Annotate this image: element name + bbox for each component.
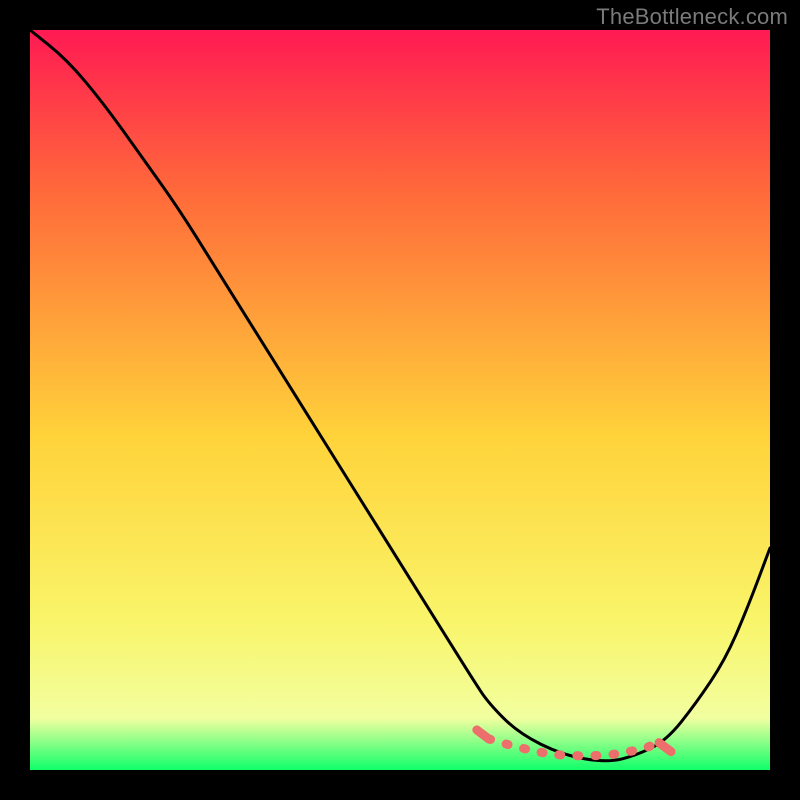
watermark-text: TheBottleneck.com bbox=[596, 4, 788, 30]
gradient-background bbox=[30, 30, 770, 770]
bottleneck-chart bbox=[30, 30, 770, 770]
plot-area bbox=[30, 30, 770, 770]
chart-container: TheBottleneck.com bbox=[0, 0, 800, 800]
